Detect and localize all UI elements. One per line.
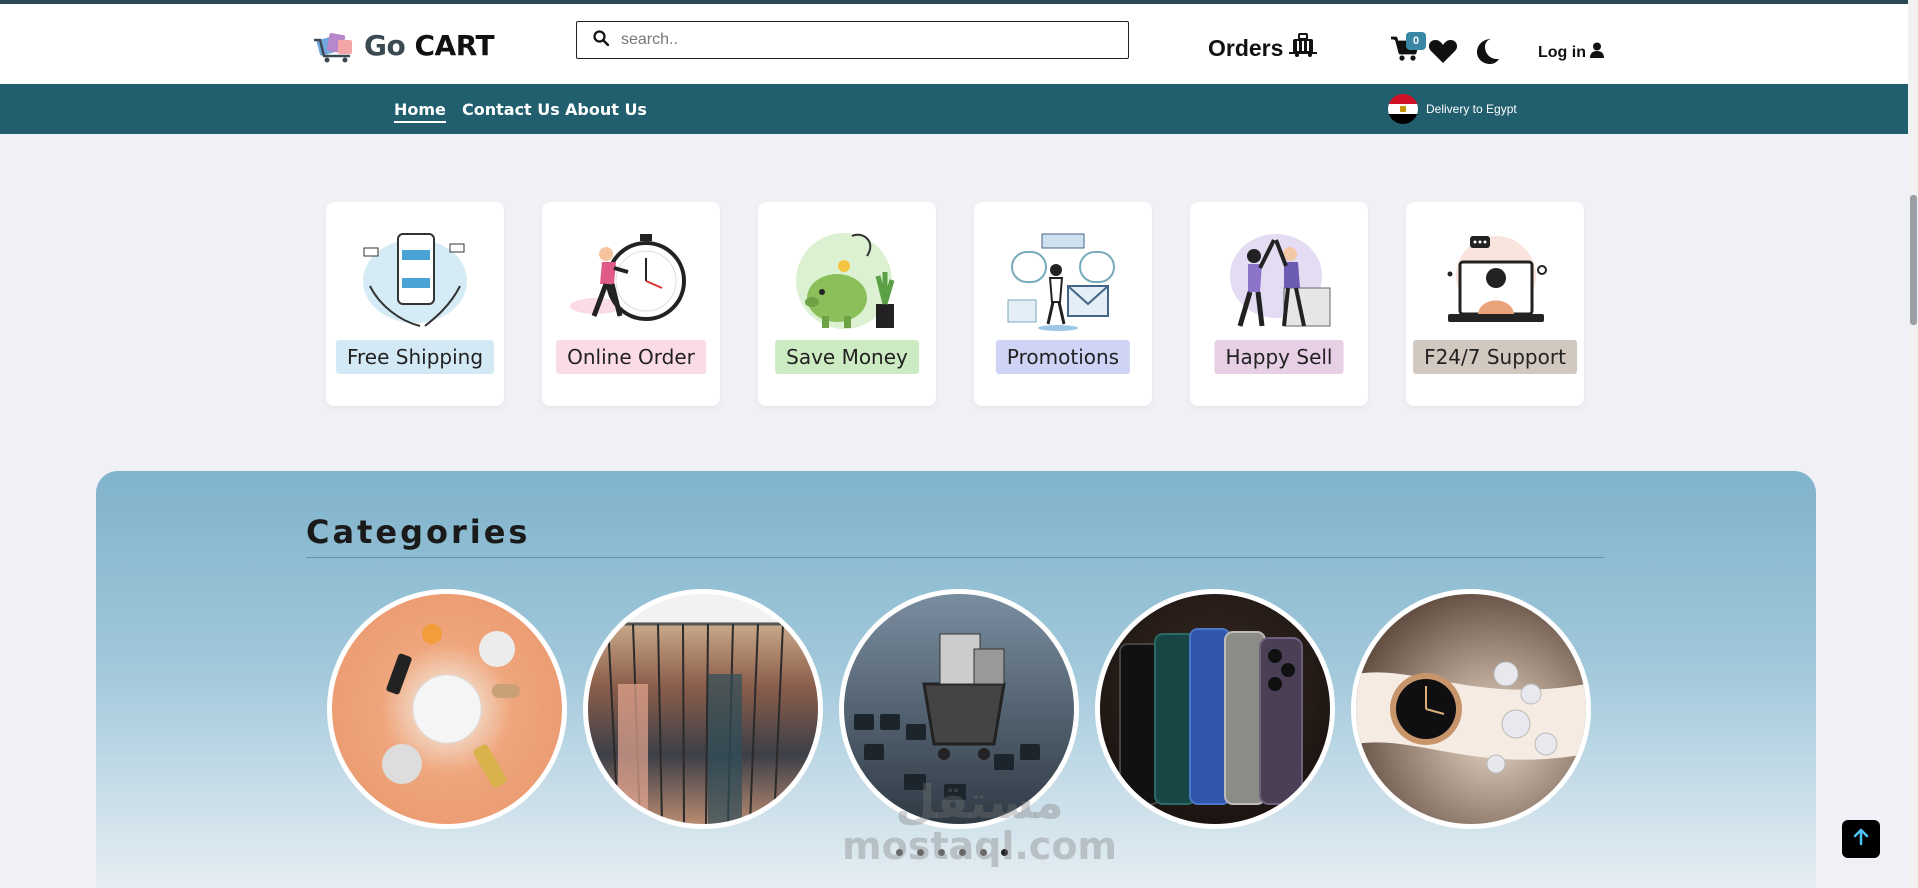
scrollbar-track[interactable] <box>1908 0 1918 888</box>
wishlist-button[interactable] <box>1428 38 1458 69</box>
feature-label: Happy Sell <box>1214 340 1344 374</box>
header: Go CART Orders 0 Log in <box>0 4 1908 84</box>
feature-card-free-shipping[interactable]: Free Shipping <box>326 202 504 406</box>
orders-link[interactable]: Orders <box>1208 33 1319 63</box>
user-icon <box>1589 42 1604 63</box>
search-icon <box>593 29 610 51</box>
feature-label: Save Money <box>775 340 919 374</box>
laptop-support-icon <box>1430 226 1560 336</box>
scroll-to-top-button[interactable] <box>1842 820 1880 858</box>
logo[interactable]: Go CART <box>312 26 495 64</box>
categories-title: Categories <box>306 513 531 551</box>
feature-label: Free Shipping <box>335 340 495 374</box>
feature-card-online-order[interactable]: Online Order <box>542 202 720 406</box>
moon-icon <box>1474 39 1500 69</box>
egypt-flag-icon <box>1388 94 1418 124</box>
promotions-icon <box>998 226 1128 336</box>
watermark-arabic: مستقل <box>895 775 1064 829</box>
category-clothing[interactable] <box>583 589 823 829</box>
watermark: مستقل mostaql.com <box>842 775 1118 868</box>
category-cosmetics[interactable] <box>327 589 567 829</box>
feature-card-save-money[interactable]: Save Money <box>758 202 936 406</box>
piggy-bank-icon <box>782 226 912 336</box>
feature-card-happy-sell[interactable]: Happy Sell <box>1190 202 1368 406</box>
main-nav: Home Contact Us About Us Delivery to Egy… <box>0 84 1908 134</box>
cart-button[interactable]: 0 <box>1390 32 1426 66</box>
luggage-icon <box>1289 33 1319 63</box>
feature-card-support[interactable]: F24/7 Support <box>1406 202 1584 406</box>
cart-icon <box>1390 36 1420 66</box>
delivery-text: Delivery to Egypt <box>1426 102 1517 116</box>
high-five-icon <box>1214 226 1344 336</box>
search-input[interactable] <box>621 31 1101 49</box>
nav-contact-us[interactable]: Contact Us <box>462 100 560 119</box>
heart-icon <box>1428 40 1458 68</box>
arrow-up-icon <box>1853 828 1869 851</box>
feature-card-promotions[interactable]: Promotions <box>974 202 1152 406</box>
login-button[interactable]: Log in <box>1538 42 1604 63</box>
search-bar[interactable] <box>576 21 1129 59</box>
feature-label: F24/7 Support <box>1413 340 1577 374</box>
orders-label: Orders <box>1208 34 1284 61</box>
brand-name: Go CART <box>364 28 495 62</box>
feature-label: Online Order <box>556 340 706 374</box>
delivery-location[interactable]: Delivery to Egypt <box>1388 94 1517 124</box>
category-accessories[interactable] <box>1351 589 1591 829</box>
stopwatch-runner-icon <box>566 226 696 336</box>
category-mobiles[interactable] <box>1095 589 1335 829</box>
cart-logo-icon <box>312 26 358 64</box>
nav-home[interactable]: Home <box>394 100 446 123</box>
login-label: Log in <box>1538 43 1586 61</box>
cart-count-badge: 0 <box>1406 32 1426 50</box>
theme-toggle[interactable] <box>1474 37 1500 70</box>
watermark-latin: mostaql.com <box>842 824 1118 868</box>
feature-label: Promotions <box>995 340 1131 374</box>
scrollbar-thumb[interactable] <box>1910 195 1917 325</box>
phone-payment-icon <box>350 226 480 336</box>
categories-divider <box>306 557 1604 558</box>
nav-about-us[interactable]: About Us <box>565 100 647 119</box>
